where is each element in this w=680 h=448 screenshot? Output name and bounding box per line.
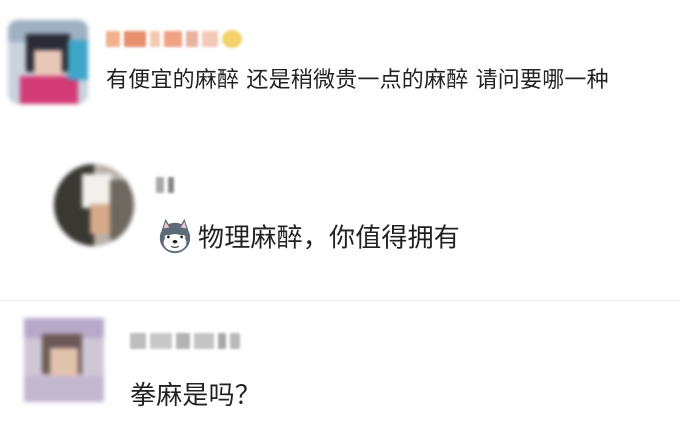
username[interactable]: [156, 174, 174, 196]
comment-text-row: 物理麻醉，你值得拥有: [156, 218, 461, 258]
avatar[interactable]: [54, 164, 134, 246]
comment-text: 有便宜的麻醉 还是稍微贵一点的麻醉 请问要哪一种: [106, 68, 609, 93]
username[interactable]: [106, 28, 242, 50]
avatar[interactable]: [24, 318, 104, 402]
husky-emoji-icon: [159, 218, 191, 254]
avatar[interactable]: [8, 20, 88, 104]
comment-text: 拳麻是吗？: [130, 381, 262, 411]
comment-text: 物理麻醉，你值得拥有: [198, 223, 461, 254]
comment-item: 拳麻是吗？: [0, 300, 680, 448]
comment-item: 有便宜的麻醉 还是稍微贵一点的麻醉 请问要哪一种: [0, 0, 680, 150]
comment-item: 物理麻醉，你值得拥有: [0, 150, 680, 300]
username[interactable]: [130, 330, 240, 352]
